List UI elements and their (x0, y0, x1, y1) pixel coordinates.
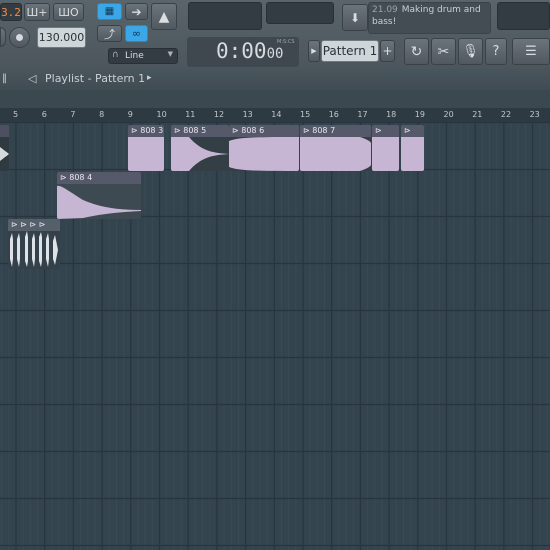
keyboard-icon: ▦ (104, 6, 115, 17)
scissors-icon: ✂ (437, 43, 450, 60)
extra-panel (497, 2, 550, 30)
toolbar-button-1[interactable]: Ш+ (24, 3, 50, 21)
play-icon: ⊳ ⊳ ⊳ ⊳ (11, 220, 46, 229)
pattern-number-display[interactable]: 3.2 (0, 3, 22, 21)
mixer-icon: ☰ (525, 44, 537, 59)
playlist-title: Playlist - Pattern 1 (45, 72, 146, 85)
tempo-display[interactable]: 130.000 (37, 27, 86, 48)
clip-808-short-2[interactable]: ⊳ (401, 125, 424, 171)
clip-label: ⊳ 808 4 (57, 172, 141, 184)
clip-drums-header: ⊳ ⊳ ⊳ ⊳ (8, 219, 60, 231)
download-button[interactable]: ⬇ (342, 4, 368, 31)
ruler-bar-number: 15 (300, 110, 311, 119)
chevron-down-icon: ▼ (167, 50, 173, 58)
ruler-bar-number: 7 (70, 110, 76, 119)
pattern-prev-button[interactable]: ▶ (308, 40, 320, 62)
track-strip (0, 90, 550, 108)
clip-808-3[interactable]: ⊳ 808 3 (128, 125, 164, 171)
clip-label: ⊳ (401, 125, 424, 137)
clip-partial-left[interactable] (0, 125, 9, 171)
clip-drums[interactable]: ⊳ ⊳ ⊳ ⊳ (8, 219, 60, 269)
ruler-bar-number: 13 (242, 110, 253, 119)
wait-input-button[interactable]: ⤴ (97, 25, 122, 42)
record-icon (16, 34, 23, 41)
clip-label: ⊳ 808 7 (300, 125, 371, 137)
link-button[interactable]: ∞ (125, 25, 148, 42)
playlist-menu-icon[interactable]: ‖ (2, 74, 12, 84)
ruler-bar-number: 11 (185, 110, 196, 119)
clip-label: ⊳ 808 5 (171, 125, 229, 137)
ruler-bar-number: 6 (41, 110, 47, 119)
hint-text: 21.09 Making drum and bass! (372, 4, 490, 28)
magnet-icon: ∩ (112, 50, 119, 60)
refresh-icon: ↻ (410, 43, 423, 60)
help-button[interactable]: ? (485, 38, 507, 65)
ruler-bar-number: 23 (529, 110, 540, 119)
toolbar-button-2[interactable]: ШО (53, 3, 84, 21)
hint-time: 21.09 (372, 5, 398, 15)
help-icon: ? (492, 44, 500, 59)
clip-808-short-1[interactable]: ⊳ (372, 125, 399, 171)
clip-808-7[interactable]: ⊳ 808 7 (300, 125, 371, 171)
clip-808-5[interactable]: ⊳ 808 5 (171, 125, 229, 171)
clip-label: ⊳ 808 6 (229, 125, 299, 137)
cpu-panel (188, 2, 262, 30)
speaker-icon[interactable]: ◁ (28, 72, 36, 85)
ruler-bar-number: 14 (271, 110, 282, 119)
snap-mode-label: Line (125, 51, 144, 61)
ruler-bar-number: 22 (500, 110, 512, 119)
typing-keyboard-button[interactable]: ▦ (97, 3, 122, 20)
slide-icon: ⤴ (104, 27, 115, 41)
time-value: 0:0000 (216, 39, 284, 63)
ruler-bar-number: 20 (443, 110, 454, 119)
tools-button[interactable]: ✂ (431, 38, 456, 65)
metronome-button[interactable]: ▲ (151, 3, 177, 30)
ruler-bar-number: 10 (156, 110, 167, 119)
ruler-bar-number: 12 (213, 110, 225, 119)
arrow-right-icon: ➔ (131, 4, 142, 19)
microphone-icon: 🎙 (462, 44, 479, 59)
clip-808-6[interactable]: ⊳ 808 6 (229, 125, 299, 171)
link-icon: ∞ (131, 27, 142, 40)
chevron-right-icon[interactable]: ▸ (147, 73, 152, 83)
output-panel (266, 2, 334, 24)
clip-label: ⊳ 808 3 (128, 125, 164, 137)
pattern-add-button[interactable]: + (380, 40, 395, 62)
time-unit-label: M:S:CS (277, 39, 295, 45)
time-sub: 00 (266, 46, 284, 62)
microphone-button[interactable]: 🎙 (458, 38, 483, 65)
clip-label: ⊳ (372, 125, 399, 137)
ruler-bar-number: 18 (386, 110, 397, 119)
metronome-icon: ▲ (158, 8, 170, 25)
record-button[interactable] (9, 27, 30, 48)
download-icon: ⬇ (349, 10, 361, 25)
pattern-selector[interactable]: Pattern 1 (321, 40, 379, 62)
stop-button[interactable] (0, 27, 6, 47)
mixer-button[interactable]: ☰ (512, 38, 550, 65)
ruler-bar-number: 8 (99, 110, 105, 119)
ruler-bar-number: 9 (127, 110, 133, 119)
ruler-bar-number: 16 (328, 110, 339, 119)
snap-selector[interactable]: ∩ Line ▼ (108, 48, 178, 64)
step-edit-button[interactable]: ➔ (125, 3, 148, 20)
undo-button[interactable]: ↻ (404, 38, 429, 65)
ruler-bar-number: 21 (472, 110, 483, 119)
ruler-bar-number: 19 (414, 110, 425, 119)
ruler-bar-number: 5 (13, 110, 19, 119)
ruler-bar-number: 17 (357, 110, 368, 119)
clip-808-4[interactable]: ⊳ 808 4 (57, 172, 141, 219)
